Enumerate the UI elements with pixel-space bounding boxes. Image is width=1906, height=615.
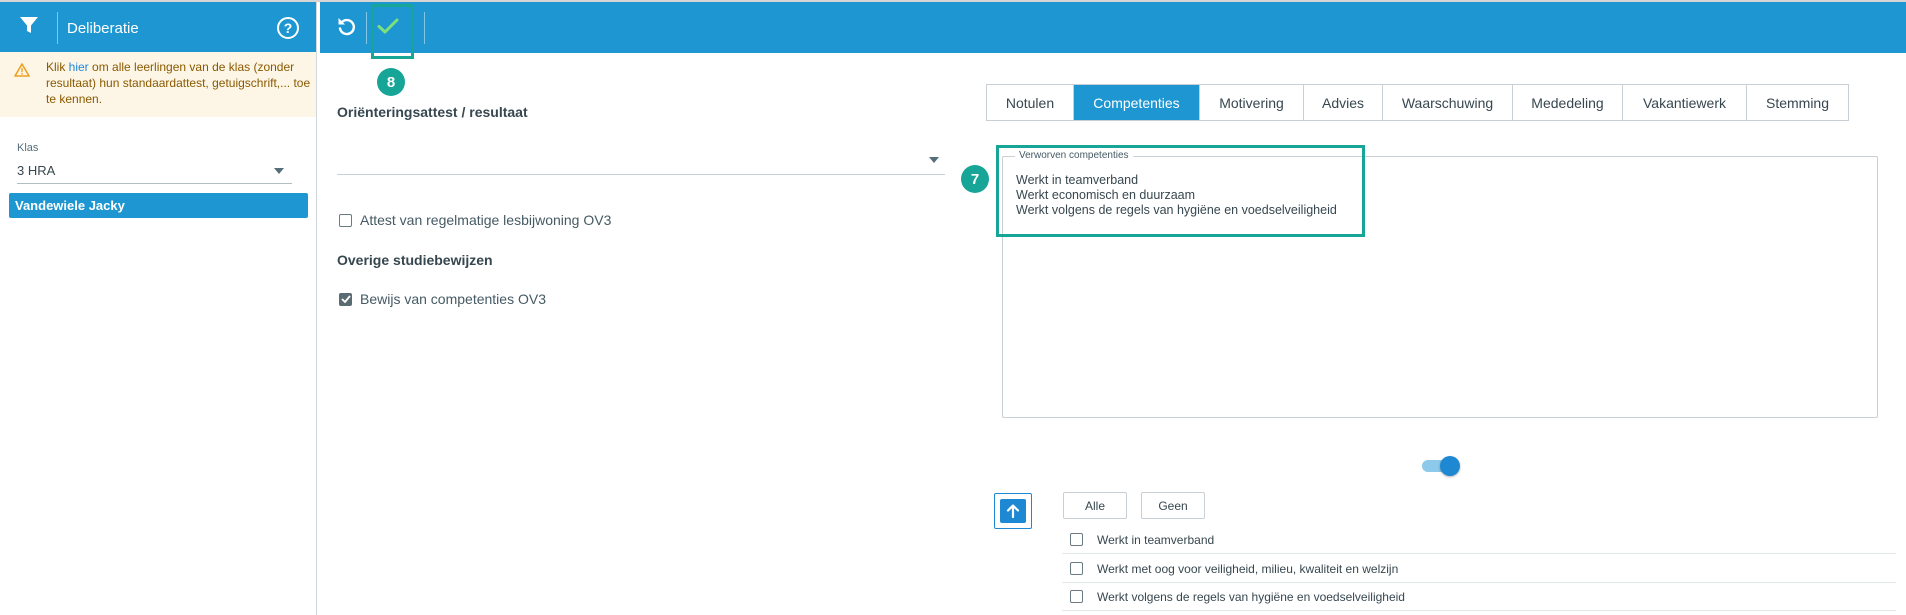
attendance-checkbox[interactable] [339,213,352,227]
checkmark-icon [340,295,351,303]
other-certificates-title: Overige studiebewijzen [337,252,493,268]
tab-advies[interactable]: Advies [1304,85,1383,120]
warning-text-prefix: Klik [46,60,69,74]
orientation-select[interactable] [337,149,945,175]
competence-list-item[interactable]: Werkt in teamverband [1062,526,1896,554]
move-up-button[interactable] [994,493,1032,529]
klas-select[interactable]: 3 HRA [17,160,292,184]
tab-notulen[interactable]: Notulen [987,85,1074,120]
competence-checkbox[interactable] [1070,590,1083,603]
tab-competenties[interactable]: Competenties [1074,85,1200,120]
student-list-item[interactable]: Vandewiele Jacky [9,193,308,218]
help-icon[interactable]: ? [277,17,299,39]
select-all-button[interactable]: Alle [1063,492,1127,519]
attendance-checkbox-row[interactable]: Attest van regelmatige lesbijwoning OV3 [339,212,611,228]
save-highlight-frame [371,4,414,59]
tab-vakantiewerk[interactable]: Vakantiewerk [1623,85,1747,120]
orientation-title: Oriënteringsattest / resultaat [337,104,528,120]
klas-label: Klas [17,142,39,154]
warning-text: Klik hier om alle leerlingen van de klas… [46,59,311,107]
sidebar-title: Deliberatie [67,20,139,37]
tab-motivering[interactable]: Motivering [1200,85,1304,120]
warning-link-hier[interactable]: hier [69,60,89,74]
view-toggle[interactable] [1422,456,1460,476]
competence-proof-checkbox[interactable] [339,292,352,306]
toolbar-divider [424,12,425,44]
undo-icon [336,15,358,42]
callout-badge-save: 8 [377,68,405,96]
competence-label: Werkt met oog voor veiligheid, milieu, k… [1097,561,1399,576]
competence-proof-label: Bewijs van competenties OV3 [360,291,546,307]
competence-list-item[interactable]: Werkt met oog voor veiligheid, milieu, k… [1062,555,1896,583]
tab-waarschuwing[interactable]: Waarschuwing [1383,85,1513,120]
tab-bar: Notulen Competenties Motivering Advies W… [986,84,1849,121]
klas-value: 3 HRA [17,163,56,178]
sidebar-header: Deliberatie ? [0,2,316,53]
tab-mededeling[interactable]: Mededeling [1513,85,1623,120]
warning-icon [14,63,30,82]
undo-button[interactable] [333,14,361,42]
tab-stemming[interactable]: Stemming [1747,85,1848,120]
competence-proof-checkbox-row[interactable]: Bewijs van competenties OV3 [339,291,546,307]
competence-label: Werkt volgens de regels van hygiëne en v… [1097,589,1405,604]
attendance-checkbox-label: Attest van regelmatige lesbijwoning OV3 [360,212,612,228]
competencies-highlight-frame [996,145,1365,237]
main-toolbar [320,2,1906,53]
callout-badge-competencies: 7 [961,165,989,193]
chevron-down-icon [929,157,939,163]
competence-list-item[interactable]: Werkt volgens de regels van hygiëne en v… [1062,583,1896,611]
filter-button[interactable] [0,2,57,53]
select-none-button[interactable]: Geen [1141,492,1205,519]
toolbar-divider [366,12,367,44]
filter-icon [19,15,39,40]
competence-label: Werkt in teamverband [1097,532,1215,547]
arrow-up-icon [1000,499,1026,523]
header-divider [57,12,58,44]
chevron-down-icon [274,168,284,174]
competence-checkbox[interactable] [1070,562,1083,575]
competence-checkbox[interactable] [1070,533,1083,546]
toggle-knob [1440,456,1460,476]
